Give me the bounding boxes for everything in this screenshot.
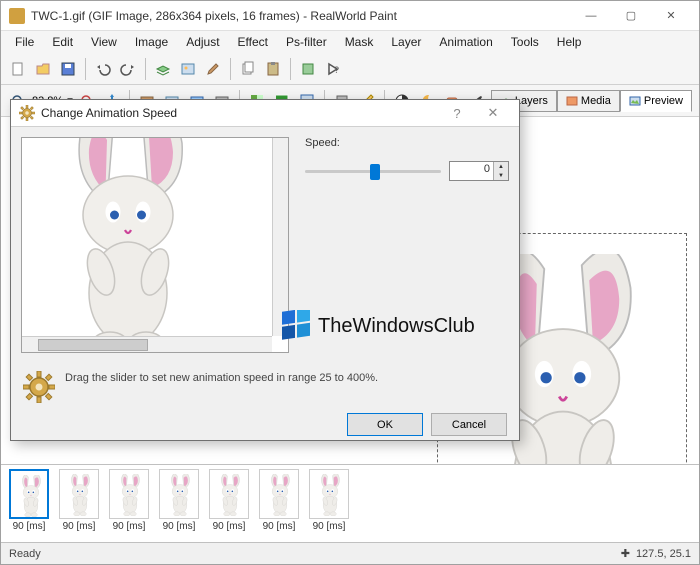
side-tabs: Layers Media Preview [491,90,692,112]
save-icon[interactable] [57,58,79,80]
dialog-help-button[interactable]: ? [439,100,475,126]
menu-effect[interactable]: Effect [230,33,276,51]
frame-thumb[interactable] [259,469,299,519]
copy-icon[interactable] [237,58,259,80]
image-icon[interactable] [177,58,199,80]
frame-item[interactable]: 90 [ms] [209,469,249,532]
speed-input[interactable]: 0 ▲▼ [449,161,509,181]
menu-animation[interactable]: Animation [431,33,500,51]
frame-label: 90 [ms] [13,521,46,532]
frame-thumb[interactable] [109,469,149,519]
gear-icon [19,105,35,121]
windows-logo-icon [280,310,312,342]
menu-mask[interactable]: Mask [337,33,382,51]
cancel-button[interactable]: Cancel [431,413,507,436]
dialog-hint: Drag the slider to set new animation spe… [65,371,378,385]
undo-icon[interactable] [92,58,114,80]
dialog-bunny-image [28,137,228,353]
spin-up-icon[interactable]: ▲ [493,162,508,171]
frame-item[interactable]: 90 [ms] [259,469,299,532]
menu-ps-filter[interactable]: Ps-filter [278,33,335,51]
frame-item[interactable]: 90 [ms] [9,469,49,532]
minimize-button[interactable]: — [571,2,611,30]
tab-preview[interactable]: Preview [620,90,692,112]
speed-label: Speed: [305,137,509,149]
frame-item[interactable]: 90 [ms] [309,469,349,532]
status-coords: 127.5, 25.1 [636,548,691,560]
open-icon[interactable] [32,58,54,80]
watermark-text: TheWindowsClub [318,315,475,338]
scrollbar-vertical[interactable] [272,138,288,336]
spin-down-icon[interactable]: ▼ [493,171,508,180]
menu-file[interactable]: File [7,33,42,51]
new-icon[interactable] [7,58,29,80]
frame-thumb[interactable] [59,469,99,519]
app-icon [9,8,25,24]
menu-layer[interactable]: Layer [383,33,429,51]
menu-edit[interactable]: Edit [44,33,81,51]
close-button[interactable]: ✕ [651,2,691,30]
gear-icon [23,371,55,403]
frame-thumb[interactable] [159,469,199,519]
ok-button[interactable]: OK [347,413,423,436]
window-title: TWC-1.gif (GIF Image, 286x364 pixels, 16… [31,9,571,23]
frames-strip: 90 [ms] 90 [ms] 90 [ms] 90 [ms] 90 [ms] 90 [m… [1,464,699,542]
watermark: TheWindowsClub [280,310,475,342]
frame-label: 90 [ms] [163,521,196,532]
svg-text:?: ? [334,65,339,75]
frame-label: 90 [ms] [113,521,146,532]
maximize-button[interactable]: ▢ [611,2,651,30]
paste-icon[interactable] [262,58,284,80]
plugin-icon[interactable] [297,58,319,80]
speed-slider[interactable] [305,170,441,173]
dialog-preview [21,137,289,353]
slider-thumb[interactable] [370,164,380,180]
help-icon[interactable]: ? [322,58,344,80]
frame-thumb[interactable] [9,469,49,519]
frame-item[interactable]: 90 [ms] [109,469,149,532]
frame-label: 90 [ms] [63,521,96,532]
frame-label: 90 [ms] [263,521,296,532]
dialog-title: Change Animation Speed [41,106,439,120]
crosshair-icon: ✚ [621,547,630,560]
menubar: FileEditViewImageAdjustEffectPs-filterMa… [1,31,699,53]
statusbar: Ready ✚ 127.5, 25.1 [1,542,699,564]
frame-label: 90 [ms] [313,521,346,532]
dialog-close-button[interactable]: ✕ [475,100,511,126]
status-text: Ready [9,548,621,560]
menu-help[interactable]: Help [549,33,590,51]
menu-tools[interactable]: Tools [503,33,547,51]
tab-media[interactable]: Media [557,90,620,112]
change-animation-speed-dialog: Change Animation Speed ? ✕ Speed: 0 ▲▼ [10,99,520,441]
frame-label: 90 [ms] [213,521,246,532]
frame-item[interactable]: 90 [ms] [59,469,99,532]
frame-thumb[interactable] [309,469,349,519]
menu-view[interactable]: View [83,33,125,51]
layers-icon[interactable] [152,58,174,80]
frame-item[interactable]: 90 [ms] [159,469,199,532]
redo-icon[interactable] [117,58,139,80]
frame-thumb[interactable] [209,469,249,519]
menu-adjust[interactable]: Adjust [178,33,227,51]
titlebar: TWC-1.gif (GIF Image, 286x364 pixels, 16… [1,1,699,31]
scrollbar-horizontal[interactable] [22,336,272,352]
brush-icon[interactable] [202,58,224,80]
toolbar-1: ? [1,53,699,85]
menu-image[interactable]: Image [127,33,176,51]
dialog-titlebar: Change Animation Speed ? ✕ [11,100,519,127]
